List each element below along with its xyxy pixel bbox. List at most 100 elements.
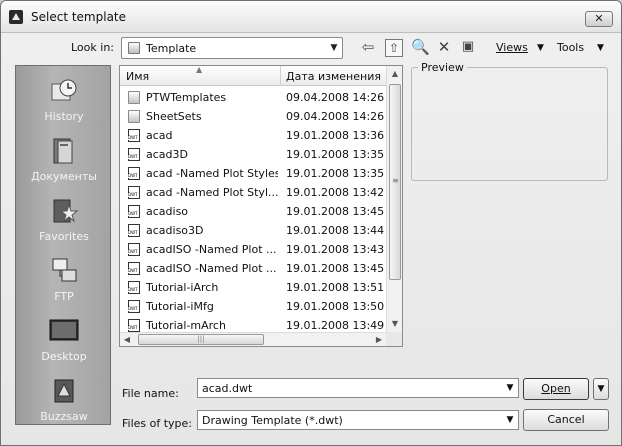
place-ftp[interactable]: FTP bbox=[16, 250, 112, 310]
file-name: acad -Named Plot Styles bbox=[146, 167, 278, 180]
column-header-date[interactable]: Дата изменения bbox=[286, 70, 381, 83]
horizontal-scroll-thumb[interactable]: ||| bbox=[138, 334, 264, 345]
column-header-name[interactable]: Имя bbox=[126, 70, 149, 83]
views-menu[interactable]: Views bbox=[496, 41, 528, 54]
file-date: 19.01.2008 13:49 bbox=[286, 319, 385, 332]
folder-icon bbox=[128, 42, 140, 54]
place-history[interactable]: History bbox=[16, 70, 112, 130]
create-folder-icon[interactable]: ▣ bbox=[459, 39, 477, 57]
open-options-button[interactable]: ▼ bbox=[593, 378, 609, 400]
place-documents[interactable]: Документы bbox=[16, 130, 112, 190]
file-date: 19.01.2008 13:35 bbox=[286, 148, 385, 161]
column-divider[interactable] bbox=[280, 66, 281, 86]
cancel-button[interactable]: Cancel bbox=[523, 409, 609, 431]
file-name: SheetSets bbox=[146, 110, 202, 123]
file-date: 19.01.2008 13:44 bbox=[286, 224, 385, 237]
delete-icon[interactable]: ✕ bbox=[435, 39, 453, 57]
look-in-value: Template bbox=[146, 42, 197, 55]
file-name: acadISO -Named Plot ... bbox=[146, 243, 277, 256]
file-name-value: acad.dwt bbox=[202, 382, 253, 395]
title-bar[interactable]: Select template ✕ bbox=[1, 1, 621, 33]
tools-chevron-down-icon[interactable]: ▼ bbox=[597, 43, 604, 53]
dwt-file-icon bbox=[128, 129, 140, 142]
file-name: PTWTemplates bbox=[146, 91, 227, 104]
select-template-dialog: Select template ✕ Look in: Template ▼ ⇦ … bbox=[0, 0, 622, 446]
dwt-file-icon bbox=[128, 167, 140, 180]
file-row[interactable]: Tutorial-iMfg 19.01.2008 13:50 bbox=[120, 297, 386, 316]
chevron-down-icon[interactable]: ▼ bbox=[326, 38, 342, 58]
autocad-app-icon bbox=[9, 10, 23, 24]
file-name: acad bbox=[146, 129, 173, 142]
vertical-scrollbar[interactable]: ▲ ≡ ▼ bbox=[386, 66, 402, 332]
file-row[interactable]: PTWTemplates 09.04.2008 14:26 bbox=[120, 88, 386, 107]
place-label: FTP bbox=[54, 290, 74, 303]
file-row[interactable]: acad -Named Plot Styles 19.01.2008 13:35 bbox=[120, 164, 386, 183]
place-desktop[interactable]: Desktop bbox=[16, 310, 112, 370]
dwt-file-icon bbox=[128, 281, 140, 294]
file-row[interactable]: acadISO -Named Plot ... 19.01.2008 13:43 bbox=[120, 240, 386, 259]
files-of-type-label: Files of type: bbox=[122, 417, 193, 430]
preview-label: Preview bbox=[418, 61, 467, 74]
file-list[interactable]: ▲ Имя Дата изменения PTWTemplates 09.04.2… bbox=[119, 65, 403, 347]
folder-icon bbox=[128, 91, 140, 104]
scroll-left-icon[interactable]: ◀ bbox=[120, 333, 134, 347]
scroll-right-icon[interactable]: ▶ bbox=[372, 333, 386, 347]
scrollbar-corner bbox=[386, 332, 402, 346]
vertical-scroll-thumb[interactable]: ≡ bbox=[389, 84, 401, 280]
place-label: History bbox=[44, 110, 84, 123]
file-date: 09.04.2008 14:26 bbox=[286, 110, 385, 123]
documents-icon bbox=[53, 138, 73, 164]
scroll-up-icon[interactable]: ▲ bbox=[387, 66, 403, 82]
file-row[interactable]: Tutorial-iArch 19.01.2008 13:51 bbox=[120, 278, 386, 297]
file-row[interactable]: acadISO -Named Plot ... 19.01.2008 13:45 bbox=[120, 259, 386, 278]
file-list-header: ▲ Имя Дата изменения bbox=[120, 65, 386, 86]
ftp-icon bbox=[52, 258, 77, 282]
file-date: 19.01.2008 13:50 bbox=[286, 300, 385, 313]
file-date: 19.01.2008 13:51 bbox=[286, 281, 385, 294]
look-in-dropdown[interactable]: Template ▼ bbox=[121, 37, 343, 59]
place-favorites[interactable]: Favorites bbox=[16, 190, 112, 250]
dwt-file-icon bbox=[128, 148, 140, 161]
chevron-down-icon[interactable]: ▼ bbox=[502, 411, 518, 429]
file-date: 19.01.2008 13:35 bbox=[286, 167, 385, 180]
open-button[interactable]: Open bbox=[523, 378, 589, 400]
file-date: 19.01.2008 13:43 bbox=[286, 243, 385, 256]
back-arrow-icon[interactable]: ⇦ bbox=[359, 39, 377, 57]
place-buzzsaw[interactable]: Buzzsaw bbox=[16, 370, 112, 430]
dwt-file-icon bbox=[128, 300, 140, 313]
dwt-file-icon bbox=[128, 186, 140, 199]
search-web-icon[interactable]: 🔍 bbox=[411, 39, 430, 57]
close-button[interactable]: ✕ bbox=[585, 11, 613, 27]
places-bar: History Документы Favorites FTP Desktop … bbox=[15, 65, 111, 425]
sort-ascending-icon: ▲ bbox=[196, 65, 203, 74]
dwt-file-icon bbox=[128, 243, 140, 256]
folder-icon bbox=[128, 110, 140, 123]
file-row[interactable]: SheetSets 09.04.2008 14:26 bbox=[120, 107, 386, 126]
preview-panel: Preview bbox=[411, 61, 608, 181]
tools-menu[interactable]: Tools bbox=[557, 41, 584, 54]
horizontal-scrollbar[interactable]: ◀ ||| ▶ bbox=[120, 332, 386, 346]
file-name-label: File name: bbox=[122, 387, 179, 400]
file-name-input[interactable]: acad.dwt ▼ bbox=[197, 378, 519, 398]
file-row[interactable]: acad3D 19.01.2008 13:35 bbox=[120, 145, 386, 164]
file-row[interactable]: acad 19.01.2008 13:36 bbox=[120, 126, 386, 145]
file-rows: PTWTemplates 09.04.2008 14:26 SheetSets 09.… bbox=[120, 88, 386, 332]
place-label: Favorites bbox=[39, 230, 89, 243]
dwt-file-icon bbox=[128, 262, 140, 275]
up-folder-icon[interactable]: ⇧ bbox=[385, 39, 403, 57]
views-chevron-down-icon[interactable]: ▼ bbox=[537, 43, 544, 53]
file-date: 19.01.2008 13:36 bbox=[286, 129, 385, 142]
file-row[interactable]: acadiso 19.01.2008 13:45 bbox=[120, 202, 386, 221]
file-name: Tutorial-iMfg bbox=[146, 300, 214, 313]
file-row[interactable]: Tutorial-mArch 19.01.2008 13:49 bbox=[120, 316, 386, 332]
open-button-label: Open bbox=[541, 382, 571, 395]
desktop-icon bbox=[49, 319, 79, 341]
chevron-down-icon[interactable]: ▼ bbox=[502, 379, 518, 397]
scroll-down-icon[interactable]: ▼ bbox=[387, 316, 403, 332]
file-row[interactable]: acadiso3D 19.01.2008 13:44 bbox=[120, 221, 386, 240]
look-in-label: Look in: bbox=[71, 41, 114, 54]
file-name: acad3D bbox=[146, 148, 188, 161]
file-row[interactable]: acad -Named Plot Styl... 19.01.2008 13:42 bbox=[120, 183, 386, 202]
files-of-type-dropdown[interactable]: Drawing Template (*.dwt) ▼ bbox=[197, 410, 519, 430]
file-date: 19.01.2008 13:42 bbox=[286, 186, 385, 199]
